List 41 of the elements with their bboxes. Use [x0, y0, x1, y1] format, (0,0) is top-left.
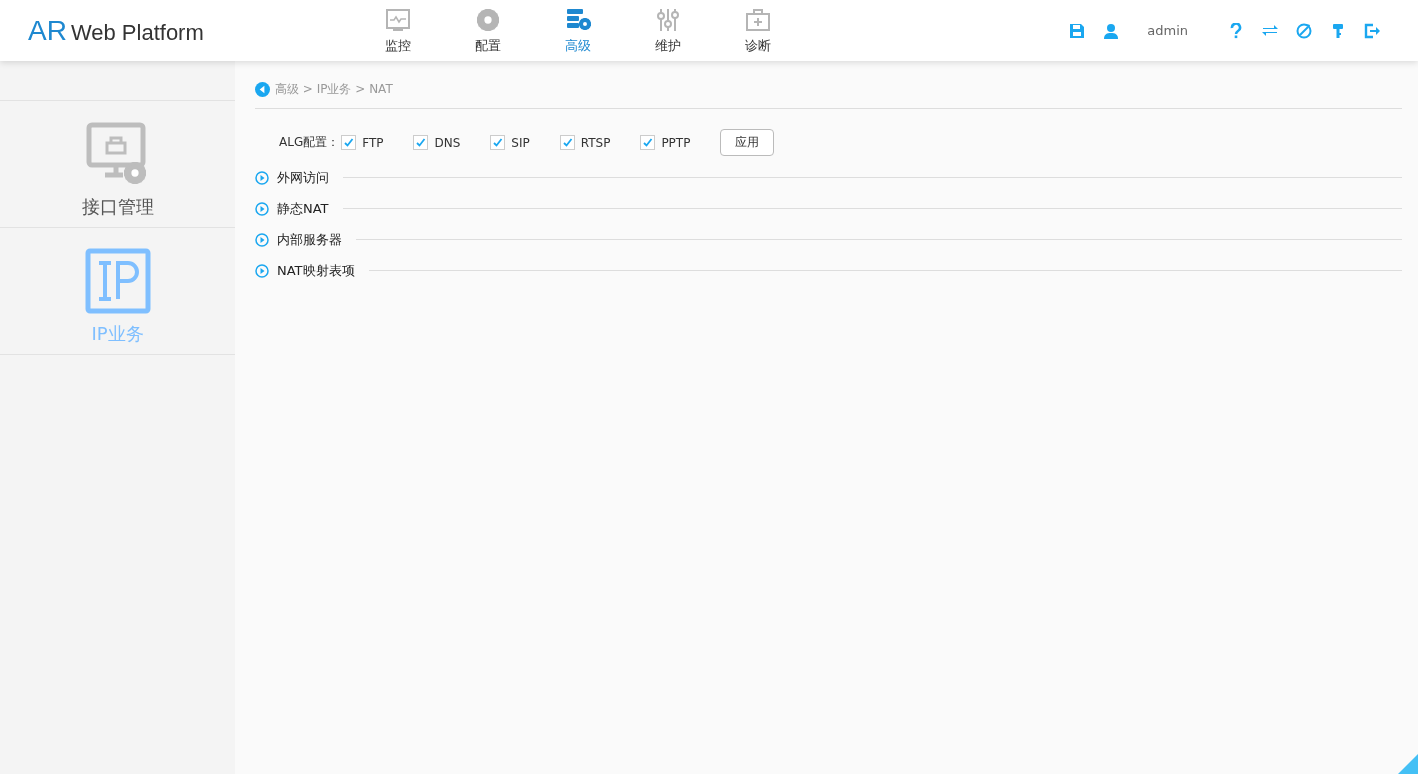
- expand-icon[interactable]: [255, 170, 269, 185]
- username-label: admin: [1147, 23, 1188, 38]
- nav-tab[interactable]: 高级: [553, 6, 603, 55]
- logout-icon[interactable]: [1364, 22, 1380, 39]
- sidebar-item[interactable]: 接口管理: [0, 100, 235, 227]
- logo-text: AR: [28, 14, 67, 47]
- checkbox[interactable]: [413, 135, 429, 150]
- checkbox-label: PPTP: [661, 135, 691, 150]
- checkbox-label: RTSP: [580, 135, 611, 150]
- checkbox[interactable]: [559, 135, 575, 150]
- server-gear-icon: [565, 6, 591, 33]
- help-icon[interactable]: [1228, 22, 1244, 39]
- nav-tab[interactable]: 维护: [643, 6, 693, 55]
- checkbox[interactable]: [490, 135, 506, 150]
- sliders-icon: [655, 6, 681, 33]
- ip-box-icon: [84, 248, 151, 314]
- section-title[interactable]: NAT映射表项: [277, 261, 355, 280]
- checkbox-label: SIP: [511, 135, 530, 150]
- user-icon[interactable]: [1103, 22, 1120, 39]
- expand-icon[interactable]: [255, 201, 269, 216]
- alg-label: ALG配置：: [279, 134, 340, 151]
- apply-button[interactable]: 应用: [720, 129, 775, 156]
- monitor-icon: [385, 6, 411, 33]
- logo-text: Web Platform: [70, 19, 204, 46]
- checkbox[interactable]: [640, 135, 656, 150]
- section-title[interactable]: 内部服务器: [277, 230, 342, 249]
- nav-tab[interactable]: 配置: [463, 6, 513, 55]
- expand-icon[interactable]: [255, 263, 269, 278]
- checkbox-label: FTP: [362, 135, 384, 150]
- checkbox[interactable]: [341, 135, 357, 150]
- nav-tab[interactable]: 监控: [373, 6, 423, 55]
- breadcrumb: 高级 > IP业务 > NAT: [275, 81, 393, 98]
- back-icon[interactable]: [255, 82, 270, 97]
- section-title[interactable]: 外网访问: [277, 168, 329, 187]
- section-title[interactable]: 静态NAT: [277, 199, 329, 218]
- corner-triangle-icon[interactable]: [1398, 754, 1418, 774]
- medical-kit-icon: [745, 6, 771, 33]
- key-icon[interactable]: [1330, 22, 1346, 39]
- expand-icon[interactable]: [255, 232, 269, 247]
- checkbox-label: DNS: [434, 135, 461, 150]
- nav-tab[interactable]: 诊断: [733, 6, 783, 55]
